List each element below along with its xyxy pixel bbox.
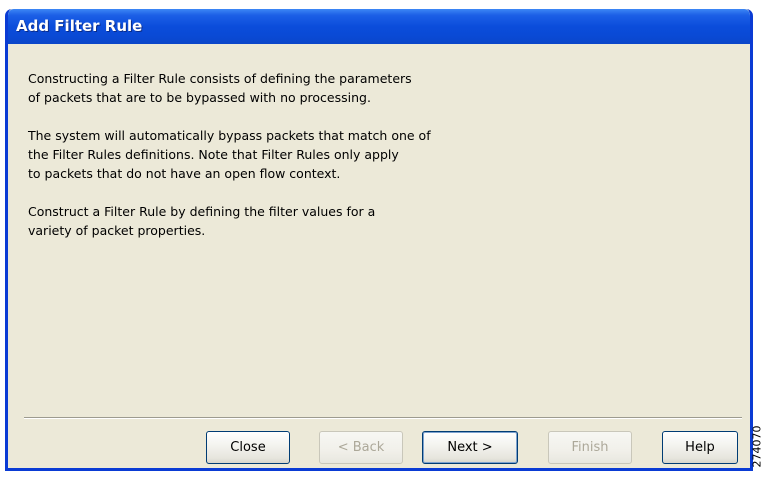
finish-button[interactable]: Finish (548, 431, 632, 464)
dialog-title: Add Filter Rule (16, 17, 143, 35)
figure-id-text: 274070 (752, 425, 764, 468)
description-paragraph-2: The system will automatically bypass pac… (28, 128, 431, 181)
back-button[interactable]: < Back (319, 431, 403, 464)
next-button[interactable]: Next > (422, 431, 518, 464)
description-paragraph-1: Constructing a Filter Rule consists of d… (28, 71, 412, 105)
figure-id-label: 274070 (752, 418, 765, 478)
add-filter-rule-dialog: Add Filter Rule Constructing a Filter Ru… (5, 9, 753, 471)
description-paragraph-3: Construct a Filter Rule by defining the … (28, 204, 376, 238)
help-button[interactable]: Help (662, 431, 738, 464)
dialog-description: Constructing a Filter Rule consists of d… (28, 69, 528, 259)
button-separator (24, 417, 742, 419)
close-button[interactable]: Close (206, 431, 290, 464)
title-bar[interactable]: Add Filter Rule (8, 9, 750, 44)
